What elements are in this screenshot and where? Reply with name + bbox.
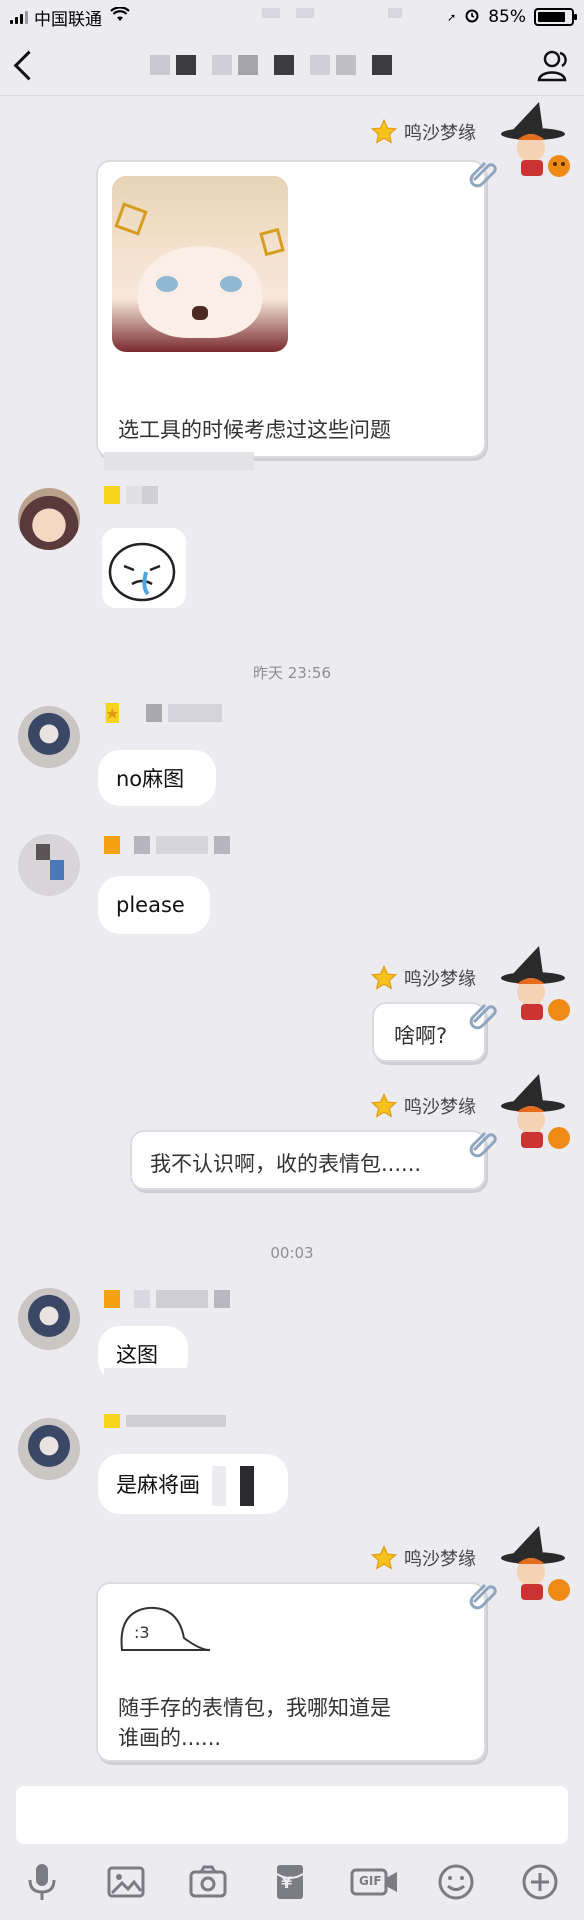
witch-avatar[interactable] — [495, 100, 577, 182]
redacted-strip — [212, 1466, 264, 1506]
gif-label: GIF — [359, 1874, 382, 1888]
sender-name-line-redacted — [104, 1290, 230, 1308]
sticker-crying-face[interactable] — [102, 528, 186, 608]
voice-button[interactable] — [20, 1860, 64, 1904]
message-text: 这图 — [116, 1343, 158, 1367]
sender-name: 鸣沙梦缘 — [404, 969, 476, 990]
wifi-icon — [110, 6, 130, 27]
emoji-icon — [438, 1864, 474, 1900]
blurred-status-text — [262, 8, 280, 18]
star-icon — [370, 1092, 398, 1118]
image-button[interactable] — [104, 1860, 148, 1904]
level-badge — [104, 1414, 120, 1428]
message-text: 选工具的时候考虑过这些问题 — [118, 418, 391, 442]
level-badge — [104, 836, 120, 854]
red-packet-button[interactable]: ¥ — [268, 1860, 312, 1904]
blurred-status-text — [388, 8, 402, 18]
message-bubble-out[interactable]: 我不认识啊，收的表情包...... — [130, 1130, 486, 1190]
nav-bar — [0, 34, 584, 96]
witch-avatar-icon — [501, 1526, 570, 1601]
chat-title-redacted — [150, 52, 392, 78]
mic-icon — [28, 1864, 56, 1900]
back-button[interactable] — [10, 46, 44, 84]
message-bubble-in[interactable]: please — [98, 876, 210, 934]
carrier-label: 中国联通 — [34, 9, 102, 30]
message-text: 是麻将画 — [116, 1473, 200, 1497]
star-icon — [370, 964, 398, 990]
message-text: please — [116, 893, 185, 917]
sender-name-line: 鸣沙梦缘 — [370, 118, 476, 146]
camera-button[interactable] — [186, 1860, 230, 1904]
level-badge — [104, 1290, 120, 1308]
timestamp: 00:03 — [270, 1244, 314, 1262]
star-icon — [370, 1544, 398, 1570]
timestamp: 昨天 23:56 — [253, 664, 331, 682]
sender-name: 鸣沙梦缘 — [404, 1549, 476, 1570]
message-text-line2: 谁画的...... — [118, 1726, 222, 1750]
contacts-icon — [537, 50, 567, 82]
avatar[interactable] — [18, 706, 80, 768]
emoji-button[interactable] — [434, 1860, 478, 1904]
battery-icon — [534, 8, 577, 26]
avatar[interactable] — [18, 488, 80, 550]
gif-button[interactable]: GIF — [350, 1860, 400, 1904]
sticker-image-anime-girl[interactable] — [112, 176, 288, 352]
message-text-line1: 随手存的表情包，我哪知道是 — [118, 1696, 391, 1720]
avatar[interactable] — [18, 834, 80, 896]
more-button[interactable] — [518, 1860, 562, 1904]
message-bubble-in[interactable]: no麻图 — [98, 750, 216, 806]
avatar[interactable] — [18, 1288, 80, 1350]
sender-name-line: 鸣沙梦缘 — [370, 1092, 476, 1120]
blurred-status-text — [296, 8, 314, 18]
witch-avatar-icon — [501, 102, 570, 177]
plus-icon — [522, 1864, 558, 1900]
paperclip-icon — [468, 1128, 498, 1158]
witch-avatar-icon — [501, 946, 570, 1021]
witch-avatar-icon — [501, 1074, 570, 1149]
location-arrow-icon: ➚ — [446, 10, 457, 24]
paperclip-icon — [468, 1000, 498, 1030]
status-bar: 中国联通 ➚ 85% — [0, 0, 584, 34]
sender-name: 鸣沙梦缘 — [404, 1097, 476, 1118]
svg-text::3: :3 — [134, 1623, 150, 1642]
star-icon — [105, 703, 119, 723]
redacted-strip — [104, 452, 254, 470]
message-bubble-out[interactable]: :3 随手存的表情包，我哪知道是 谁画的...... — [96, 1582, 486, 1762]
battery-percent: 85% — [488, 7, 526, 27]
sender-name-line: 鸣沙梦缘 — [370, 964, 476, 992]
message-text: no麻图 — [116, 767, 185, 791]
input-toolbar: ¥ GIF — [0, 1856, 584, 1920]
witch-avatar[interactable] — [495, 1072, 577, 1154]
image-icon — [107, 1866, 145, 1898]
alarm-icon — [464, 7, 480, 28]
sender-name-line-redacted — [104, 836, 230, 854]
level-badge — [104, 486, 120, 504]
message-input[interactable] — [16, 1786, 568, 1844]
message-text: 我不认识啊，收的表情包...... — [150, 1152, 422, 1176]
witch-avatar[interactable] — [495, 944, 577, 1026]
avatar[interactable] — [18, 1418, 80, 1480]
witch-avatar[interactable] — [495, 1524, 577, 1606]
sender-name-line-redacted — [104, 486, 158, 504]
contacts-button[interactable] — [532, 46, 572, 86]
message-bubble-out[interactable]: 选工具的时候考虑过这些问题 — [96, 160, 486, 458]
sender-name-line-redacted — [104, 702, 222, 724]
sender-name-line-redacted — [104, 1414, 226, 1428]
sender-name: 鸣沙梦缘 — [404, 123, 476, 144]
paperclip-icon — [468, 158, 498, 188]
sticker-seal[interactable]: :3 — [114, 1598, 214, 1662]
paperclip-icon — [468, 1580, 498, 1610]
star-icon — [370, 118, 398, 144]
message-text: 啥啊? — [394, 1024, 448, 1048]
sender-name-line: 鸣沙梦缘 — [370, 1544, 476, 1572]
yen-label: ¥ — [281, 1873, 293, 1892]
signal-strength-icon — [10, 10, 28, 24]
camera-icon — [189, 1865, 227, 1898]
redacted-strip — [104, 1368, 190, 1394]
